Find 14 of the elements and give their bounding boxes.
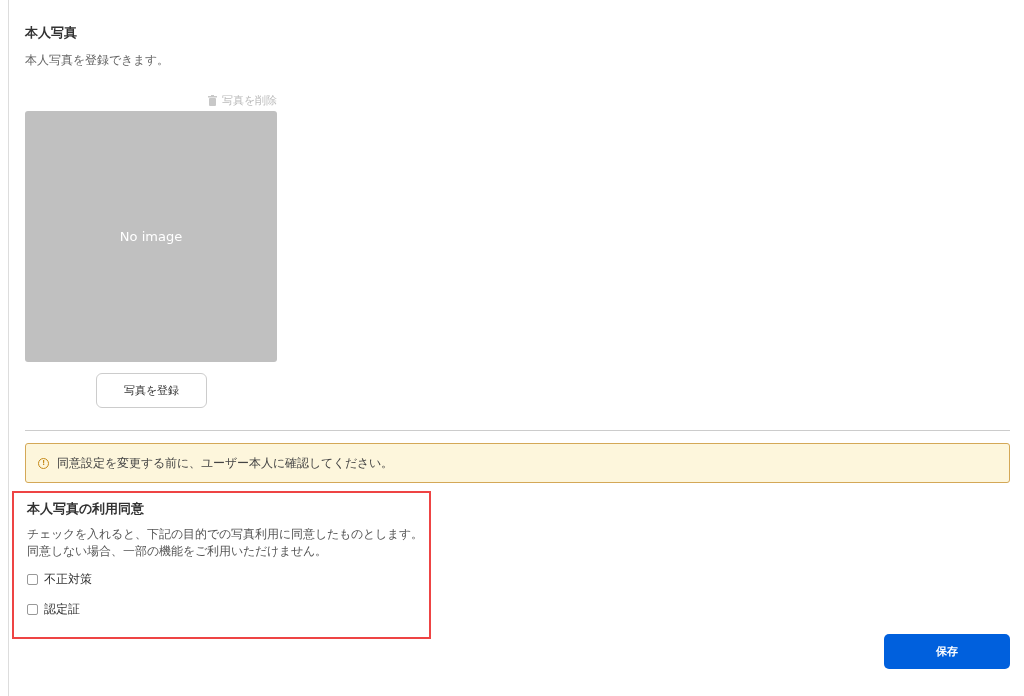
checkbox-label: 不正対策 <box>44 570 92 588</box>
checkbox[interactable] <box>27 573 38 585</box>
consent-description: 同意しない場合、一部の機能をご利用いただけません。 <box>27 543 328 560</box>
save-button[interactable]: 保存 <box>884 634 1010 669</box>
section-description: 本人写真を登録できます。 <box>25 52 170 69</box>
alert-message: 同意設定を変更する前に、ユーザー本人に確認してください。 <box>57 454 393 472</box>
checkbox[interactable] <box>27 603 38 615</box>
no-image-text: No image <box>119 229 183 244</box>
section-title: 本人写真 <box>25 24 78 42</box>
trash-icon <box>208 94 217 106</box>
checkbox-label: 認定証 <box>44 600 80 618</box>
section-title: 本人写真の利用同意 <box>27 500 145 518</box>
consent-description: チェックを入れると、下記の目的での写真利用に同意したものとします。 <box>27 526 424 543</box>
register-photo-button[interactable]: 写真を登録 <box>95 373 207 408</box>
